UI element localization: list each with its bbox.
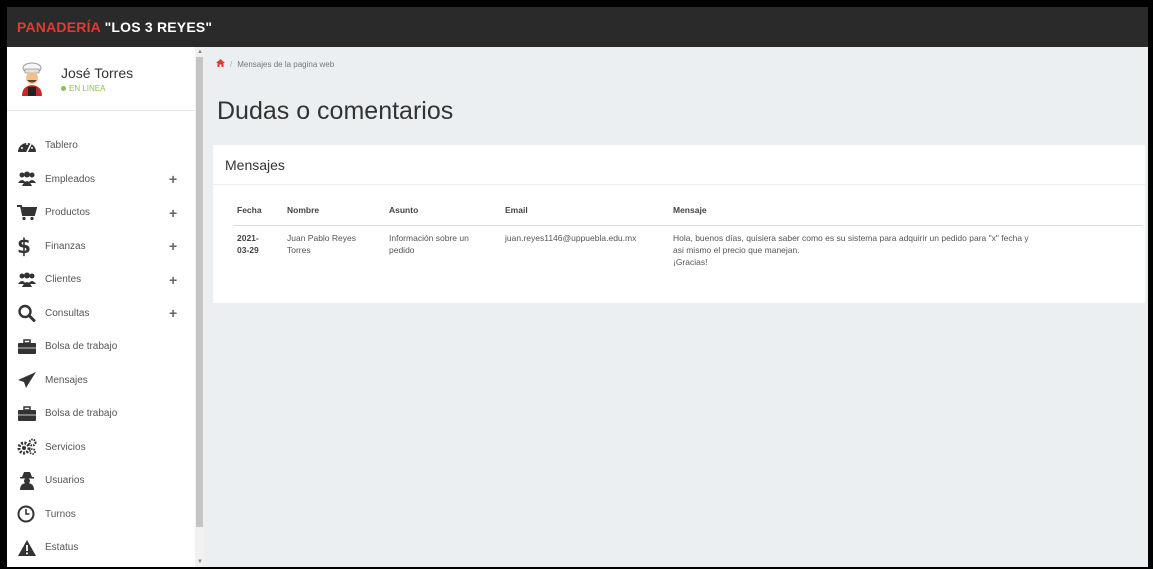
sidebar-item-label: Tablero — [45, 140, 78, 152]
expand-plus-icon[interactable]: + — [169, 238, 177, 254]
table-header-row: Fecha Nombre Asunto Email Mensaje — [233, 201, 1143, 226]
sidebar-item-label: Clientes — [45, 274, 82, 286]
sidebar-item-clientes[interactable]: Clientes + — [7, 263, 195, 297]
sidebar-item-bolsa-de-trabajo[interactable]: Bolsa de trabajo — [7, 330, 195, 364]
main-content: / Mensajes de la pagina web Dudas o come… — [204, 47, 1148, 567]
brand-logo[interactable]: PANADERÍA "LOS 3 REYES" — [17, 19, 212, 35]
sidebar-item-estatus[interactable]: Estatus — [7, 531, 195, 565]
breadcrumb: / Mensajes de la pagina web — [216, 59, 334, 69]
sidebar-item-label: Servicios — [45, 441, 86, 453]
table-row: 2021- 03-29 Juan Pablo Reyes Torres Info… — [233, 226, 1143, 275]
gears-icon — [17, 437, 39, 457]
cell-fecha-line: 2021- — [237, 233, 259, 243]
sidebar-item-finanzas[interactable]: $ Finanzas + — [7, 230, 195, 264]
scroll-down-icon[interactable]: ▼ — [197, 559, 203, 565]
cell-email: juan.reyes1146@uppuebla.edu.mx — [505, 233, 637, 243]
column-header-asunto: Asunto — [385, 201, 501, 226]
sidebar-item-label: Mensajes — [45, 374, 88, 386]
expand-plus-icon[interactable]: + — [169, 305, 177, 321]
cell-asunto-line: pedido — [389, 245, 415, 255]
sidebar-menu: Tablero Empleados + Productos + $ Finanz… — [7, 111, 195, 565]
scrollbar-thumb[interactable] — [196, 57, 203, 527]
sidebar-item-empleados[interactable]: Empleados + — [7, 163, 195, 197]
sidebar-item-usuarios[interactable]: Usuarios — [7, 464, 195, 498]
messages-card: Mensajes Fecha Nombre Asunto Email Mensa… — [213, 145, 1145, 303]
dollar-icon: $ — [17, 234, 31, 259]
sidebar-item-label: Finanzas — [45, 240, 86, 252]
cell-asunto: Información sobre un pedido — [385, 226, 501, 275]
breadcrumb-current: Mensajes de la pagina web — [237, 59, 335, 69]
users-icon — [17, 169, 39, 189]
cell-nombre-line: Torres — [287, 245, 311, 255]
cell-mensaje-line: asi mismo el precio que manejan. — [673, 245, 800, 255]
sidebar-item-mensajes[interactable]: Mensajes — [7, 364, 195, 398]
brand-name-part1: PANADERÍA — [17, 19, 101, 35]
sidebar-item-label: Consultas — [45, 307, 90, 319]
user-status: EN LINEA — [61, 84, 133, 93]
search-icon — [17, 303, 39, 323]
expand-plus-icon[interactable]: + — [169, 205, 177, 221]
app-window: PANADERÍA "LOS 3 REYES" José Torres EN L… — [7, 7, 1148, 567]
sidebar-item-label: Turnos — [45, 508, 76, 520]
cell-nombre: Juan Pablo Reyes Torres — [283, 226, 385, 275]
user-secret-icon — [17, 471, 39, 491]
clock-icon — [17, 504, 39, 524]
dashboard-icon — [17, 136, 39, 156]
cell-mensaje: Hola, buenos días, quisiera saber como e… — [669, 226, 1143, 275]
user-name: José Torres — [61, 64, 134, 81]
sidebar-item-servicios[interactable]: Servicios — [7, 431, 195, 465]
expand-plus-icon[interactable]: + — [169, 171, 177, 187]
sidebar-item-label: Estatus — [45, 542, 79, 554]
cell-fecha: 2021- 03-29 — [233, 226, 283, 275]
messages-table: Fecha Nombre Asunto Email Mensaje 2021- … — [233, 201, 1143, 274]
sidebar-item-label: Usuarios — [45, 475, 85, 487]
warning-icon — [17, 538, 39, 558]
user-status-label: EN LINEA — [69, 83, 106, 93]
sidebar-item-label: Productos — [45, 207, 91, 219]
sidebar-item-turnos[interactable]: Turnos — [7, 498, 195, 532]
cell-nombre-line: Juan Pablo Reyes — [287, 233, 356, 243]
column-header-email: Email — [501, 201, 669, 226]
sidebar: José Torres EN LINEA Tablero Empleados + — [7, 47, 195, 567]
users-icon — [17, 270, 39, 290]
home-icon[interactable] — [216, 59, 225, 69]
card-title: Mensajes — [213, 145, 1145, 185]
online-dot-icon — [61, 85, 66, 91]
scroll-up-icon[interactable]: ▲ — [197, 49, 203, 55]
cell-asunto-line: Información sobre un — [389, 233, 469, 243]
top-navbar: PANADERÍA "LOS 3 REYES" — [7, 7, 1148, 47]
cell-fecha-line: 03-29 — [237, 245, 259, 255]
sidebar-item-tablero[interactable]: Tablero — [7, 129, 195, 163]
column-header-mensaje: Mensaje — [669, 201, 1143, 226]
cell-mensaje-line: ¡Gracias! — [673, 257, 708, 267]
paper-plane-icon — [17, 370, 39, 390]
sidebar-item-label: Empleados — [45, 173, 96, 185]
briefcase-icon — [17, 404, 39, 424]
sidebar-item-label: Bolsa de trabajo — [45, 341, 118, 353]
sidebar-item-bolsa-de-trabajo-2[interactable]: Bolsa de trabajo — [7, 397, 195, 431]
user-panel: José Torres EN LINEA — [7, 47, 195, 111]
column-header-fecha: Fecha — [233, 201, 283, 226]
breadcrumb-separator: / — [230, 59, 233, 69]
cart-icon — [17, 203, 39, 223]
briefcase-icon — [17, 337, 39, 357]
sidebar-item-label: Bolsa de trabajo — [45, 408, 118, 420]
sidebar-scrollbar[interactable]: ▲ ▼ — [195, 47, 204, 567]
cell-mensaje-line: Hola, buenos días, quisiera saber como e… — [673, 233, 1029, 243]
page-title: Dudas o comentarios — [217, 97, 454, 125]
sidebar-item-productos[interactable]: Productos + — [7, 196, 195, 230]
column-header-nombre: Nombre — [283, 201, 385, 226]
brand-name-part2: "LOS 3 REYES" — [104, 19, 213, 35]
expand-plus-icon[interactable]: + — [169, 272, 177, 288]
baker-avatar-icon — [19, 62, 45, 96]
sidebar-item-consultas[interactable]: Consultas + — [7, 297, 195, 331]
